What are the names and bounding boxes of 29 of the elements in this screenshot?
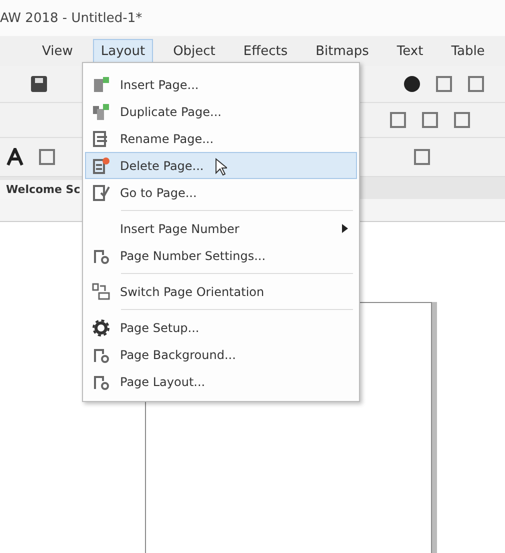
menu-entry[interactable]: Page Setup...	[85, 314, 357, 341]
menu-entry[interactable]: Delete Page...	[85, 152, 357, 179]
rectangle-icon[interactable]	[389, 111, 407, 129]
menu-entry[interactable]: Switch Page Orientation	[85, 278, 357, 305]
text-tool-icon[interactable]	[6, 148, 24, 166]
window-title: AW 2018 - Untitled-1*	[0, 10, 142, 26]
mouse-pointer-icon	[215, 158, 227, 176]
menu-entry[interactable]: Duplicate Page...	[85, 98, 357, 125]
menu-item[interactable]: View	[34, 38, 81, 64]
menu-item[interactable]: Effects	[235, 38, 296, 64]
page-edit-icon	[92, 130, 110, 148]
menu-item[interactable]: Text	[388, 38, 432, 64]
page-rotate-icon	[92, 282, 110, 300]
menu-item[interactable]: Table	[443, 38, 493, 64]
menu-entry[interactable]: Go to Page...	[85, 179, 357, 206]
save-icon[interactable]	[30, 75, 48, 93]
pages-icon	[92, 102, 110, 120]
menu-entry[interactable]: Page Number Settings...	[85, 242, 357, 269]
page-plus-icon	[92, 76, 110, 94]
menu-entry[interactable]: Insert Page Number	[85, 215, 357, 242]
menu-entry[interactable]: Page Background...	[85, 341, 357, 368]
menu-item[interactable]: Layout	[92, 38, 154, 64]
gear-icon	[92, 318, 110, 336]
menu-entry[interactable]: Rename Page...	[85, 125, 357, 152]
page-check-icon	[92, 184, 110, 202]
menu-item[interactable]: Bitmaps	[308, 38, 377, 64]
menu-entry[interactable]: Page Layout...	[85, 368, 357, 395]
page-delete-icon	[92, 156, 110, 174]
menu-item[interactable]: Object	[165, 38, 224, 64]
